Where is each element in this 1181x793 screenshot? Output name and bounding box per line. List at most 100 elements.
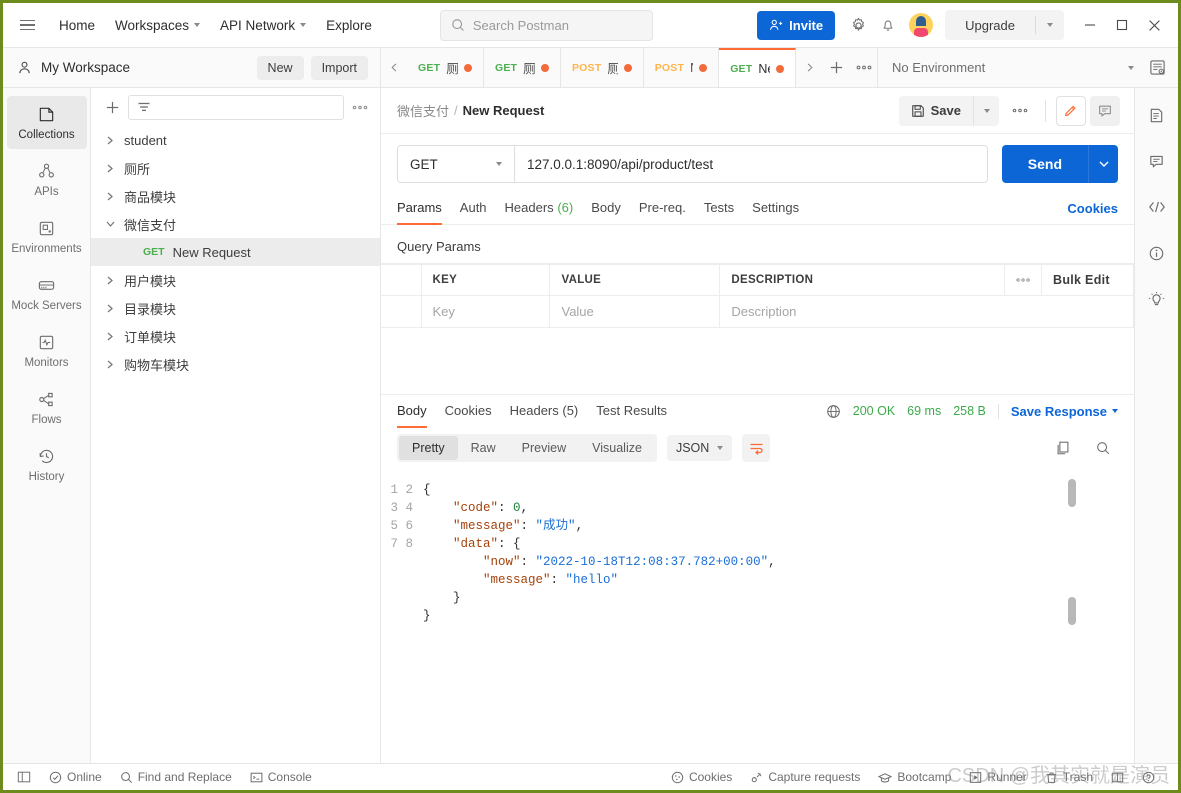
tab-headers[interactable]: Headers (6)	[496, 192, 583, 224]
search-response-button[interactable]	[1088, 433, 1118, 463]
invite-button[interactable]: Invite	[757, 10, 836, 40]
view-mode-raw[interactable]: Raw	[458, 436, 509, 460]
search-input[interactable]: Search Postman	[439, 9, 653, 41]
online-status[interactable]: Online	[40, 770, 111, 784]
method-selector[interactable]: GET	[397, 145, 514, 183]
window-maximize-button[interactable]	[1106, 8, 1138, 42]
comment-button[interactable]	[1090, 95, 1120, 126]
collection-row[interactable]: 订单模块	[91, 322, 380, 350]
bulk-edit-button[interactable]: Bulk Edit	[1041, 264, 1134, 296]
request-tab[interactable]: GET 厕所	[483, 48, 561, 87]
console-button[interactable]: Console	[241, 770, 321, 784]
settings-button[interactable]	[843, 10, 873, 40]
collection-row[interactable]: student	[91, 126, 380, 154]
capture-requests-button[interactable]: Capture requests	[741, 770, 869, 784]
response-tab-test-results[interactable]: Test Results	[587, 395, 676, 427]
comments-button[interactable]	[1142, 146, 1172, 176]
save-response-button[interactable]: Save Response	[997, 403, 1118, 419]
sidebar-item-apis[interactable]: APIs	[7, 153, 87, 206]
table-more-button[interactable]	[1004, 264, 1042, 296]
save-dropdown-button[interactable]	[973, 95, 999, 126]
sidebar-item-collections[interactable]: Collections	[6, 96, 87, 149]
request-tab-active[interactable]: GET New	[719, 48, 797, 87]
request-tab[interactable]: GET 厕所	[407, 48, 484, 87]
environment-quicklook-button[interactable]	[1142, 53, 1172, 83]
sidebar-item-flows[interactable]: Flows	[7, 381, 87, 434]
new-button[interactable]: New	[256, 55, 304, 80]
code-snippet-button[interactable]	[1142, 192, 1172, 222]
nav-home[interactable]: Home	[49, 13, 105, 38]
nav-explore[interactable]: Explore	[316, 13, 382, 38]
nav-api-network[interactable]: API Network	[210, 13, 316, 38]
nav-workspaces[interactable]: Workspaces	[105, 13, 210, 38]
filter-input[interactable]	[128, 94, 344, 120]
response-scrollbar[interactable]	[1068, 479, 1076, 625]
cookies-button[interactable]: Cookies	[667, 770, 741, 784]
sidebar-item-history[interactable]: History	[7, 438, 87, 491]
tab-tests[interactable]: Tests	[695, 192, 743, 224]
response-body-code[interactable]: { "code": 0, "message": "成功", "data": { …	[419, 471, 1134, 763]
response-tab-body[interactable]: Body	[397, 395, 436, 428]
tab-auth[interactable]: Auth	[451, 192, 496, 224]
url-input[interactable]: 127.0.0.1:8090/api/product/test	[514, 145, 988, 183]
info-button[interactable]	[1142, 238, 1172, 268]
copy-response-button[interactable]	[1048, 433, 1078, 463]
window-close-button[interactable]	[1138, 8, 1170, 42]
documentation-button[interactable]	[1142, 100, 1172, 130]
edit-button[interactable]	[1056, 95, 1086, 126]
lightbulb-button[interactable]	[1142, 284, 1172, 314]
collection-row[interactable]: 商品模块	[91, 182, 380, 210]
cell-value[interactable]: Value	[549, 295, 721, 328]
environment-selector[interactable]: No Environment	[892, 60, 1142, 75]
sidebar-item-environments[interactable]: Environments	[7, 210, 87, 263]
view-mode-visualize[interactable]: Visualize	[579, 436, 655, 460]
response-body-viewer[interactable]: 1 2 3 4 5 6 7 8 { "code": 0, "message": …	[381, 471, 1134, 763]
sidebar-item-mock-servers[interactable]: Mock Servers	[7, 267, 87, 320]
new-collection-button[interactable]	[105, 100, 120, 115]
cell-key[interactable]: Key	[421, 295, 551, 328]
upgrade-dropdown-button[interactable]	[1036, 23, 1064, 27]
tabs-scroll-right-button[interactable]	[796, 48, 822, 87]
find-and-replace-button[interactable]: Find and Replace	[111, 770, 241, 784]
collection-row-expanded[interactable]: 微信支付	[91, 210, 380, 238]
cell-description[interactable]: Description	[719, 295, 1134, 328]
collection-row[interactable]: 购物车模块	[91, 350, 380, 378]
window-minimize-button[interactable]	[1074, 8, 1106, 42]
sidebar-more-button[interactable]	[352, 105, 368, 110]
collection-row[interactable]: 厕所	[91, 154, 380, 182]
layout-toggle-button[interactable]	[1102, 771, 1133, 784]
tabs-scroll-left-button[interactable]	[381, 48, 407, 87]
tab-params[interactable]: Params	[397, 192, 451, 225]
breadcrumb-parent[interactable]: 微信支付	[397, 101, 449, 120]
bootcamp-button[interactable]: Bootcamp	[869, 770, 960, 784]
collection-row[interactable]: 用户模块	[91, 266, 380, 294]
notifications-button[interactable]	[873, 10, 903, 40]
tab-pre-request[interactable]: Pre-req.	[630, 192, 695, 224]
new-tab-button[interactable]	[822, 48, 851, 87]
runner-button[interactable]: Runner	[960, 770, 1035, 784]
tab-body[interactable]: Body	[582, 192, 630, 224]
row-checkbox-cell[interactable]	[381, 295, 422, 328]
view-mode-preview[interactable]: Preview	[509, 436, 579, 460]
send-dropdown-button[interactable]	[1088, 145, 1118, 183]
trash-button[interactable]: Trash	[1036, 770, 1102, 784]
tab-settings[interactable]: Settings	[743, 192, 808, 224]
cookies-link[interactable]: Cookies	[1067, 201, 1118, 216]
request-tab[interactable]: POST Ne	[643, 48, 720, 87]
view-mode-pretty[interactable]: Pretty	[399, 436, 458, 460]
save-button[interactable]: Save	[899, 96, 973, 126]
response-tab-cookies[interactable]: Cookies	[436, 395, 501, 427]
tabs-more-button[interactable]	[851, 48, 877, 87]
request-more-button[interactable]	[1005, 96, 1035, 126]
wrap-lines-button[interactable]	[742, 434, 771, 462]
sidebar-toggle-button[interactable]	[13, 770, 40, 784]
help-button[interactable]	[1133, 771, 1164, 784]
sidebar-item-monitors[interactable]: Monitors	[7, 324, 87, 377]
collection-request-row-selected[interactable]: GET New Request	[91, 238, 380, 266]
send-button[interactable]: Send	[1001, 145, 1088, 183]
upgrade-button[interactable]: Upgrade	[945, 10, 1035, 40]
response-tab-headers[interactable]: Headers (5)	[501, 395, 588, 427]
import-button[interactable]: Import	[310, 55, 368, 80]
collection-row[interactable]: 目录模块	[91, 294, 380, 322]
request-tab[interactable]: POST 厕所	[560, 48, 644, 87]
